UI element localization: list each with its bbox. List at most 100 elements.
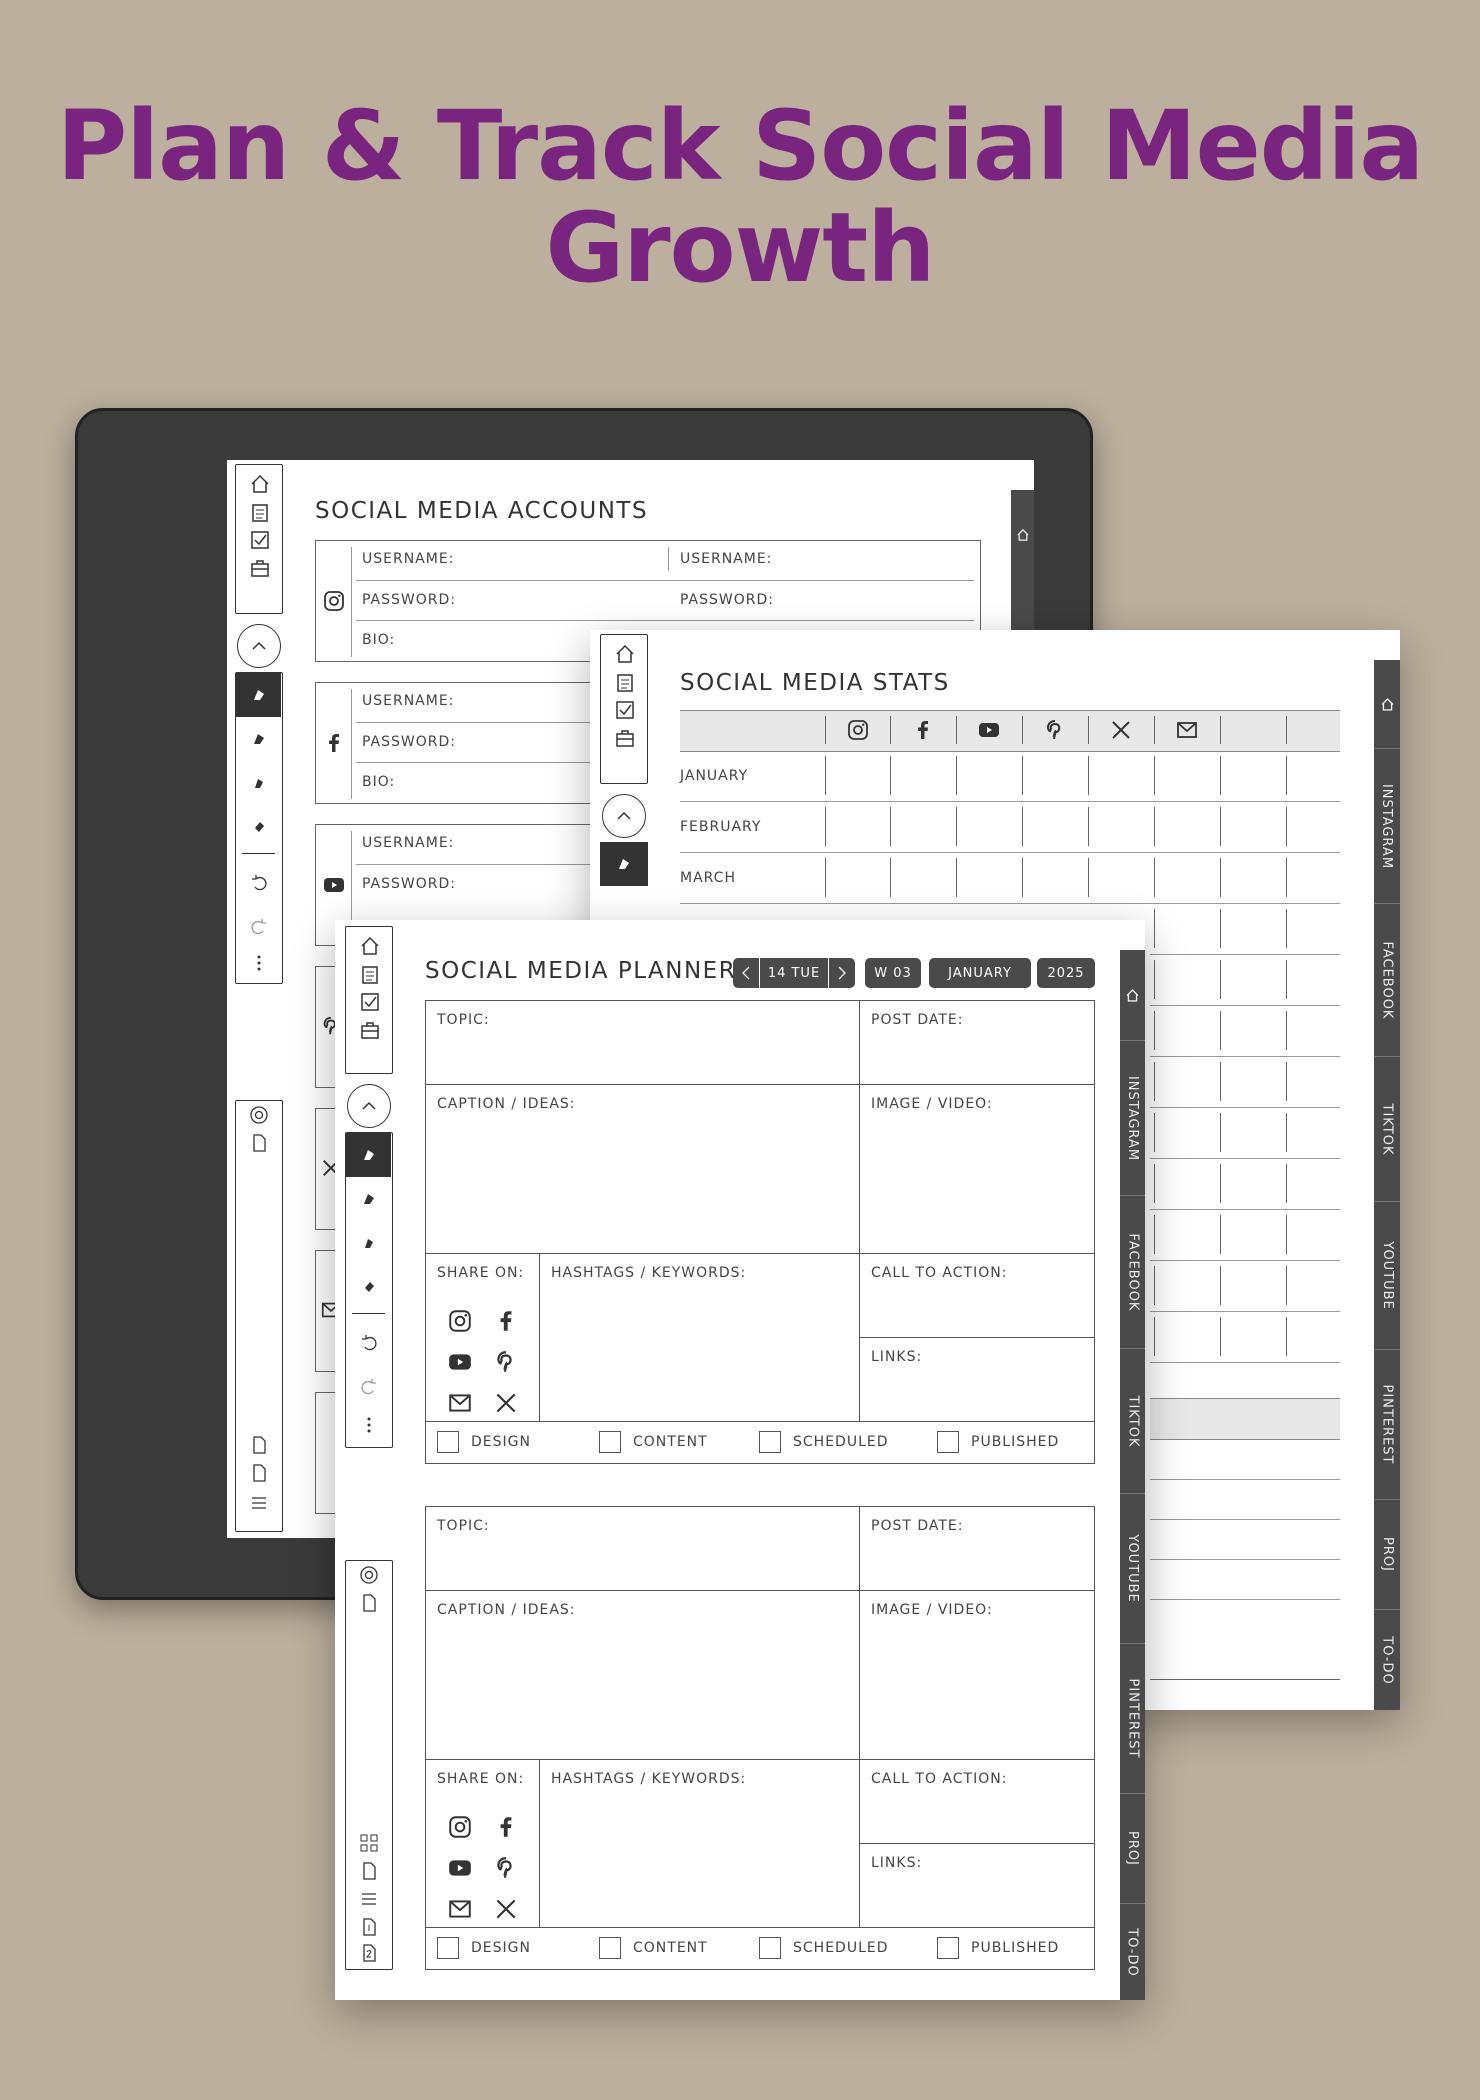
- pen-tool-selected[interactable]: [236, 673, 281, 717]
- tab-pinterest[interactable]: PINTEREST: [1374, 1349, 1400, 1499]
- checkbox-scheduled[interactable]: [759, 1431, 781, 1453]
- image-video-label: IMAGE / VIDEO:: [871, 1096, 993, 1112]
- chevron-up-icon: [617, 811, 631, 820]
- tab-proj[interactable]: PROJ: [1120, 1793, 1145, 1903]
- month-label: MARCH: [680, 870, 736, 886]
- checkbox-icon[interactable]: [614, 699, 636, 721]
- stats-header-row: [680, 710, 1340, 752]
- scroll-up-button[interactable]: [602, 794, 646, 838]
- home-icon[interactable]: [614, 643, 636, 665]
- highlighter-tool[interactable]: [346, 1223, 391, 1263]
- redo-button[interactable]: [236, 907, 281, 947]
- tab-tiktok[interactable]: TIKTOK: [1374, 1056, 1400, 1201]
- briefcase-icon[interactable]: [614, 727, 636, 749]
- headline-line-1: Plan & Track Social Media: [56, 90, 1424, 202]
- tab-proj[interactable]: PROJ: [1374, 1499, 1400, 1609]
- eraser-tool[interactable]: [236, 807, 281, 847]
- instagram-icon: [449, 1310, 471, 1332]
- checkbox-icon[interactable]: [249, 529, 271, 551]
- more-button[interactable]: [346, 1407, 391, 1443]
- home-icon[interactable]: [359, 935, 381, 957]
- x-icon: [1112, 721, 1130, 739]
- tab-youtube[interactable]: YOUTUBE: [1120, 1493, 1145, 1643]
- checkbox-icon[interactable]: [359, 991, 381, 1013]
- year-pill[interactable]: 2025: [1037, 958, 1095, 988]
- topic-label: TOPIC:: [437, 1518, 490, 1534]
- mail-icon: [1177, 722, 1197, 738]
- month-pill[interactable]: JANUARY: [929, 958, 1031, 988]
- chevron-up-icon: [362, 1101, 376, 1110]
- page-icon[interactable]: [359, 1861, 379, 1881]
- tab-home[interactable]: [1120, 950, 1145, 1040]
- list-icon[interactable]: [249, 1493, 269, 1513]
- next-day-button[interactable]: [829, 958, 855, 988]
- tab-home[interactable]: [1374, 660, 1400, 748]
- call-to-action-label: CALL TO ACTION:: [871, 1771, 1008, 1787]
- checkbox-content-label: CONTENT: [633, 1940, 708, 1956]
- headline: Plan & Track Social Media Growth: [0, 95, 1480, 299]
- page-two-icon[interactable]: [359, 1943, 379, 1963]
- marker-tool[interactable]: [346, 1179, 391, 1219]
- target-icon[interactable]: [249, 1105, 269, 1125]
- week-pill[interactable]: W 03: [865, 958, 921, 988]
- checkbox-design-label: DESIGN: [471, 1434, 531, 1450]
- eraser-tool[interactable]: [346, 1267, 391, 1307]
- tab-facebook[interactable]: FACEBOOK: [1374, 903, 1400, 1056]
- pen-tool-selected[interactable]: [600, 842, 648, 886]
- clipboard-icon[interactable]: [359, 963, 381, 985]
- tab-instagram[interactable]: INSTAGRAM: [1120, 1040, 1145, 1195]
- checkbox-content[interactable]: [599, 1937, 621, 1959]
- x-icon: [496, 1899, 516, 1919]
- tab-tiktok[interactable]: TIKTOK: [1120, 1348, 1145, 1493]
- home-icon: [1016, 529, 1029, 541]
- undo-button[interactable]: [236, 863, 281, 903]
- page-icon[interactable]: [249, 1133, 269, 1153]
- briefcase-icon[interactable]: [359, 1019, 381, 1041]
- page-icon[interactable]: [359, 1593, 379, 1613]
- checkbox-design[interactable]: [437, 1431, 459, 1453]
- checkbox-content-label: CONTENT: [633, 1434, 708, 1450]
- page-icon[interactable]: [249, 1463, 269, 1483]
- stats-side-tabs: INSTAGRAM FACEBOOK TIKTOK YOUTUBE PINTER…: [1374, 660, 1400, 1710]
- briefcase-icon[interactable]: [249, 557, 271, 579]
- tab-home[interactable]: [1011, 490, 1034, 580]
- checkbox-design[interactable]: [437, 1937, 459, 1959]
- eraser-icon: [364, 1282, 374, 1292]
- links-label: LINKS:: [871, 1349, 923, 1365]
- tab-facebook[interactable]: FACEBOOK: [1120, 1195, 1145, 1348]
- list-icon[interactable]: [359, 1889, 379, 1909]
- tab-youtube[interactable]: YOUTUBE: [1374, 1201, 1400, 1349]
- username-label: USERNAME:: [362, 551, 455, 567]
- marker-tool[interactable]: [236, 719, 281, 759]
- checkbox-scheduled[interactable]: [759, 1937, 781, 1959]
- tab-instagram[interactable]: INSTAGRAM: [1374, 748, 1400, 903]
- prev-day-button[interactable]: [733, 958, 759, 988]
- highlighter-icon: [254, 779, 263, 788]
- checkbox-published[interactable]: [937, 1431, 959, 1453]
- page-one-icon[interactable]: [359, 1917, 379, 1937]
- checkbox-published[interactable]: [937, 1937, 959, 1959]
- scroll-up-button[interactable]: [237, 624, 281, 668]
- tab-pinterest[interactable]: PINTEREST: [1120, 1643, 1145, 1793]
- target-icon[interactable]: [359, 1565, 379, 1585]
- more-button[interactable]: [236, 945, 281, 981]
- tab-todo[interactable]: TO-DO: [1120, 1903, 1145, 2000]
- redo-button[interactable]: [346, 1367, 391, 1407]
- grid-icon[interactable]: [359, 1833, 379, 1853]
- home-icon[interactable]: [249, 473, 271, 495]
- pen-tool-selected[interactable]: [346, 1133, 391, 1177]
- page-icon[interactable]: [249, 1435, 269, 1455]
- facebook-icon: [918, 721, 928, 739]
- undo-button[interactable]: [346, 1323, 391, 1363]
- clipboard-icon[interactable]: [614, 671, 636, 693]
- day-pill[interactable]: 14 TUE: [760, 958, 828, 988]
- highlighter-tool[interactable]: [236, 763, 281, 803]
- tab-todo[interactable]: TO-DO: [1374, 1609, 1400, 1710]
- checkbox-content[interactable]: [599, 1431, 621, 1453]
- more-vertical-icon: [257, 955, 260, 971]
- planner-nav-toolbar: [345, 926, 393, 1074]
- clipboard-icon[interactable]: [249, 501, 271, 523]
- scroll-up-button[interactable]: [347, 1084, 391, 1128]
- checkbox-scheduled-label: SCHEDULED: [793, 1434, 889, 1450]
- headline-line-2: Growth: [545, 192, 935, 304]
